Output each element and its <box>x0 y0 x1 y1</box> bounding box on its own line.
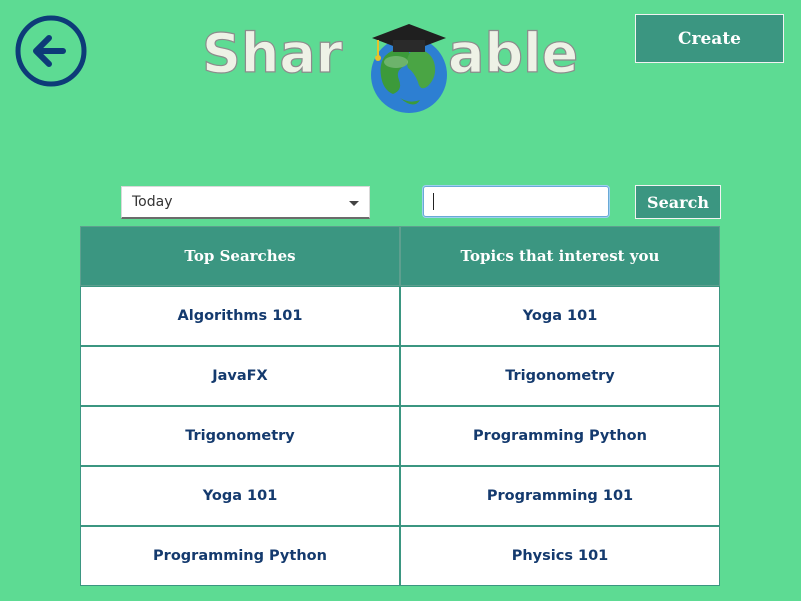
create-button[interactable]: Create <box>635 14 784 63</box>
app-logo: Shar able <box>201 21 579 113</box>
top-searches-column: Top Searches Algorithms 101 JavaFX Trigo… <box>80 226 400 586</box>
search-input[interactable] <box>423 186 609 217</box>
table-row[interactable]: Trigonometry <box>400 346 720 406</box>
search-button[interactable]: Search <box>635 185 721 219</box>
period-select[interactable]: Today <box>121 186 370 219</box>
logo-text-right: able <box>448 22 578 85</box>
table-row[interactable]: Programming Python <box>400 406 720 466</box>
back-button[interactable] <box>15 15 87 87</box>
topics-column: Topics that interest you Yoga 101 Trigon… <box>400 226 720 586</box>
column-header-topics: Topics that interest you <box>400 226 720 286</box>
logo-text-left: Shar <box>202 22 343 85</box>
table-row[interactable]: Yoga 101 <box>80 466 400 526</box>
period-select-value: Today <box>132 194 173 210</box>
table-row[interactable]: Algorithms 101 <box>80 286 400 346</box>
topics-table: Top Searches Algorithms 101 JavaFX Trigo… <box>80 226 720 586</box>
table-row[interactable]: Yoga 101 <box>400 286 720 346</box>
column-header-top-searches: Top Searches <box>80 226 400 286</box>
table-row[interactable]: Trigonometry <box>80 406 400 466</box>
table-row[interactable]: Programming Python <box>80 526 400 586</box>
text-cursor <box>433 193 434 210</box>
arrow-left-circle-icon <box>15 15 87 87</box>
table-row[interactable]: Physics 101 <box>400 526 720 586</box>
table-row[interactable]: JavaFX <box>80 346 400 406</box>
chevron-down-icon <box>349 201 359 206</box>
table-row[interactable]: Programming 101 <box>400 466 720 526</box>
graduation-globe-icon <box>371 24 447 113</box>
